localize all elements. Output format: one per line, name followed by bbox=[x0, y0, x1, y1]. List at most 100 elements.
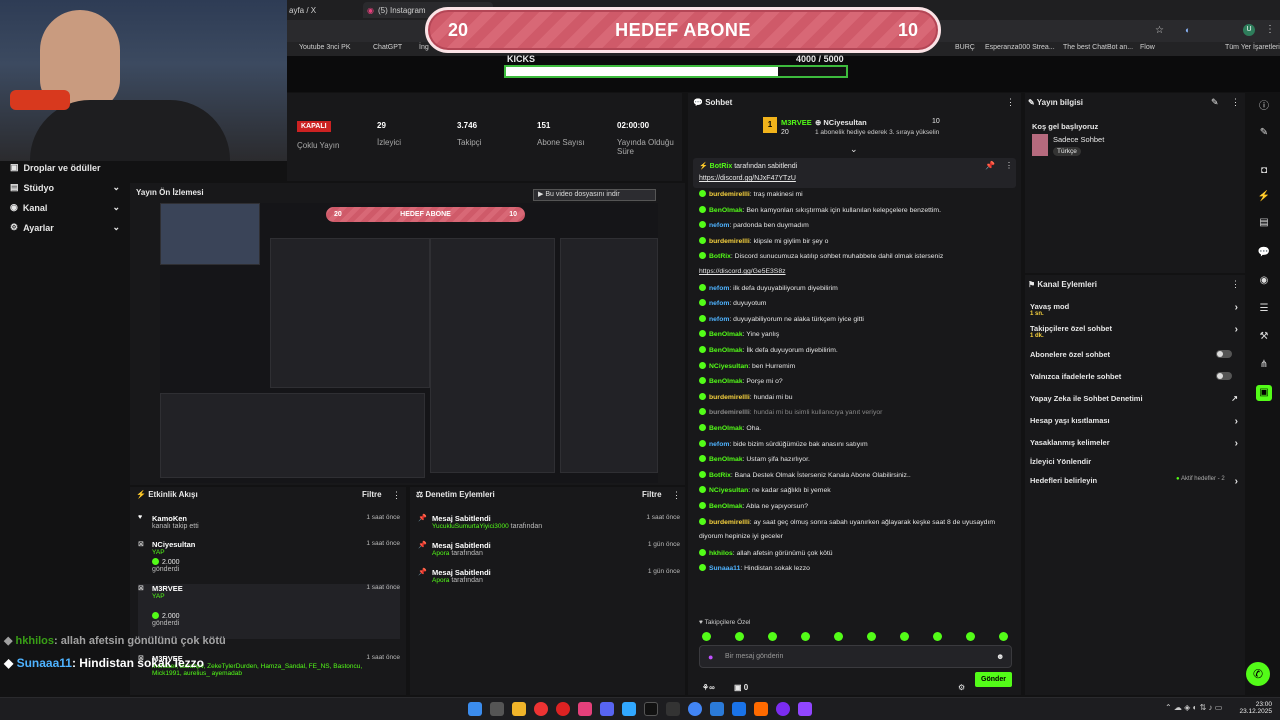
more-icon[interactable]: ⋮ bbox=[1231, 279, 1240, 290]
gear-icon[interactable]: ⚙ bbox=[958, 683, 965, 692]
chat-username[interactable]: burdemirellli bbox=[709, 409, 750, 416]
emote-icon[interactable] bbox=[867, 632, 876, 641]
emoji-icon[interactable]: ☻ bbox=[996, 652, 1004, 661]
instagram-icon[interactable] bbox=[578, 702, 592, 716]
tiktok-icon[interactable] bbox=[644, 702, 658, 716]
chat-username[interactable]: burdemirellli bbox=[709, 394, 750, 401]
chat-username[interactable]: NCiyesultan bbox=[709, 487, 748, 494]
more-icon[interactable]: ⋮ bbox=[1231, 97, 1240, 108]
pinned-message[interactable]: ⚡ BotRix tarafından sabitlendi https://d… bbox=[693, 158, 1016, 188]
discord-icon[interactable] bbox=[600, 702, 614, 716]
emote-icon[interactable] bbox=[966, 632, 975, 641]
subs-chat-toggle[interactable] bbox=[1216, 350, 1232, 358]
nav-settings[interactable]: ⚙ Ayarlar ⌄ bbox=[10, 222, 120, 233]
chat-username[interactable]: nefom bbox=[709, 222, 729, 229]
emote-icon[interactable] bbox=[702, 632, 711, 641]
emote-icon[interactable] bbox=[768, 632, 777, 641]
list-icon[interactable]: ☰ bbox=[1256, 301, 1272, 317]
action-goals[interactable]: Hedefleri belirleyin ● Aktif hedefler - 2… bbox=[1030, 476, 1238, 487]
menu-icon[interactable]: ⋮ bbox=[1265, 24, 1275, 35]
wrench-icon[interactable]: ⚒ bbox=[1256, 329, 1272, 345]
chat-username[interactable]: nefom bbox=[709, 285, 729, 292]
app-icon[interactable] bbox=[754, 702, 768, 716]
action-slow-mode[interactable]: Yavaş mod 1 sn. › bbox=[1030, 302, 1238, 317]
chat-username[interactable]: BotRix bbox=[709, 253, 731, 260]
nav-studio[interactable]: ▤ Stüdyo ⌄ bbox=[10, 182, 120, 193]
chat-username[interactable]: BenOlmak bbox=[709, 425, 743, 432]
nav-drops[interactable]: ▣ Droplar ve ödüller bbox=[10, 162, 120, 173]
app-icon[interactable] bbox=[710, 702, 724, 716]
nav-channel[interactable]: ◉ Kanal ⌄ bbox=[10, 202, 120, 213]
chat-username[interactable]: nefom bbox=[709, 300, 729, 307]
star-icon[interactable]: ☆ bbox=[1155, 25, 1164, 36]
help-chat-icon[interactable]: ✆ bbox=[1246, 662, 1270, 686]
chat-username[interactable]: NCiyesultan bbox=[709, 363, 748, 370]
chat-username[interactable]: BenOlmak bbox=[709, 378, 743, 385]
info-icon[interactable]: ⓘ bbox=[1256, 99, 1272, 115]
action-banned-words[interactable]: Yasaklanmış kelimeler › bbox=[1030, 438, 1238, 449]
lightning-icon[interactable]: ⚡ bbox=[1256, 189, 1272, 205]
avatar[interactable]: U bbox=[1243, 24, 1255, 36]
points-display[interactable]: ⚘∞ bbox=[702, 683, 715, 692]
chat-username[interactable]: BenOlmak bbox=[709, 456, 743, 463]
bookmark-item[interactable]: BURÇ bbox=[955, 44, 975, 51]
file-explorer-icon[interactable] bbox=[512, 702, 526, 716]
preview-video[interactable] bbox=[160, 203, 658, 483]
edit-icon[interactable]: ✎ bbox=[1256, 125, 1272, 141]
more-icon[interactable]: ⋮ bbox=[1006, 97, 1015, 108]
chat-username[interactable]: nefom bbox=[709, 316, 729, 323]
extension-icon[interactable]: ◐ bbox=[1185, 25, 1190, 35]
bookmark-item[interactable]: The best ChatBot an... bbox=[1063, 44, 1133, 51]
bookmark-item[interactable]: Esperanza000 Strea... bbox=[985, 44, 1055, 51]
chat-username[interactable]: BenOlmak bbox=[709, 503, 743, 510]
pinned-link[interactable]: https://discord.gg/NJxF47YTzU bbox=[699, 175, 796, 182]
send-button[interactable]: Gönder bbox=[975, 672, 1012, 687]
app-icon[interactable]: ▣ bbox=[1256, 385, 1272, 401]
action-ai-moderation[interactable]: Yapay Zeka ile Sohbet Denetimi ↗ bbox=[1030, 394, 1238, 403]
bookmark-item[interactable]: ChatGPT bbox=[373, 44, 402, 51]
chat-input[interactable]: Bir mesaj gönderin bbox=[699, 645, 1012, 668]
more-icon[interactable]: ⋮ bbox=[1005, 161, 1013, 170]
emote-icon[interactable] bbox=[801, 632, 810, 641]
edit-icon[interactable]: ✎ bbox=[1211, 97, 1219, 108]
chat-username[interactable]: hkhilos bbox=[709, 550, 733, 557]
photoshop-icon[interactable] bbox=[622, 702, 636, 716]
emote-icon[interactable] bbox=[735, 632, 744, 641]
chat-username[interactable]: burdemirellli bbox=[709, 238, 750, 245]
chat-username[interactable]: BenOlmak bbox=[709, 207, 743, 214]
bookmark-item[interactable]: Tüm Yer İşaretleri bbox=[1225, 44, 1280, 51]
opera-icon[interactable] bbox=[556, 702, 570, 716]
clock[interactable]: 23:00 23.12.2025 bbox=[1239, 701, 1272, 715]
action-followers-chat[interactable]: Takipçilere özel sohbet 1 dk. › bbox=[1030, 324, 1238, 339]
action-account-age[interactable]: Hesap yaşı kısıtlaması › bbox=[1030, 416, 1238, 427]
pin-icon[interactable]: 📌 bbox=[985, 161, 995, 170]
emote-icon[interactable] bbox=[933, 632, 942, 641]
app-icon[interactable] bbox=[666, 702, 680, 716]
tray-icons[interactable]: ⌃ ☁ ◈ ◐ ⇅ ♪ ▭ bbox=[1165, 703, 1222, 712]
chat-username[interactable]: nefom bbox=[709, 441, 729, 448]
emote-icon[interactable] bbox=[999, 632, 1008, 641]
more-icon[interactable]: ⋮ bbox=[392, 490, 401, 501]
emote-chat-toggle[interactable] bbox=[1216, 372, 1232, 380]
document-icon[interactable]: ▤ bbox=[1256, 215, 1272, 231]
filter-button[interactable]: Filtre bbox=[362, 490, 382, 499]
bookmark-item[interactable]: Youtube 3nci PK bbox=[299, 44, 351, 51]
chrome-icon[interactable] bbox=[688, 702, 702, 716]
windows-start-icon[interactable] bbox=[468, 702, 482, 716]
emote-icon[interactable] bbox=[834, 632, 843, 641]
camera-icon[interactable]: ◘ bbox=[1256, 163, 1272, 179]
chat-username[interactable]: burdemirellli bbox=[709, 519, 750, 526]
emote-icon[interactable] bbox=[900, 632, 909, 641]
edge-icon[interactable] bbox=[732, 702, 746, 716]
tab-x[interactable]: ayfa / X bbox=[289, 2, 316, 18]
broadcast-icon[interactable]: ◉ bbox=[1256, 273, 1272, 289]
action-raid[interactable]: İzleyici Yönlendir bbox=[1030, 457, 1238, 466]
bookmark-item[interactable]: İng bbox=[419, 44, 429, 51]
chat-icon[interactable]: 💬 bbox=[1256, 245, 1272, 261]
chat-username[interactable]: BenOlmak bbox=[709, 347, 743, 354]
bookmark-item[interactable]: Flow bbox=[1140, 44, 1155, 51]
filter-button[interactable]: Filtre bbox=[642, 490, 662, 499]
download-video-button[interactable]: ▶ Bu video dosyasını indir bbox=[533, 189, 656, 201]
obs-icon[interactable] bbox=[776, 702, 790, 716]
more-icon[interactable]: ⋮ bbox=[672, 490, 681, 501]
